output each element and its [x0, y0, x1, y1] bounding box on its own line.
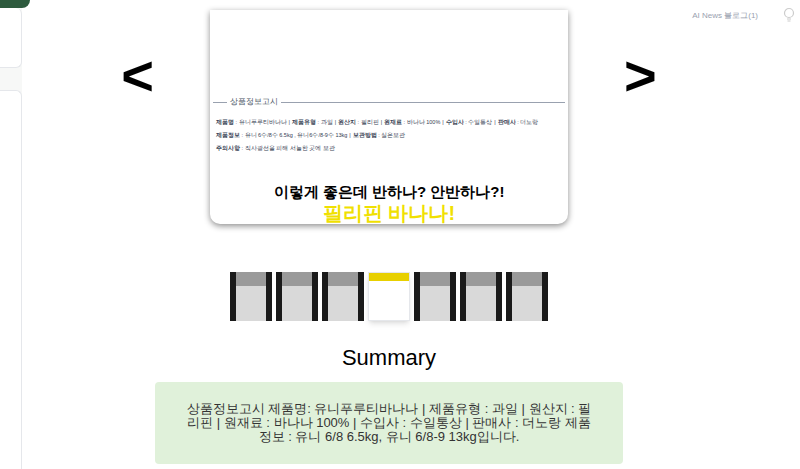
notice-row: 제품정보 : 유니 6수/8수 6.5kg , 유니6수/8-9수 13kg|보…: [216, 132, 562, 139]
thumbnail[interactable]: [368, 272, 410, 321]
thumbnail-strip: [230, 272, 548, 321]
summary-box: 상품정보고시 제품명: 유니푸루티바나나 | 제품유형 : 과일 | 원산지 :…: [155, 382, 623, 464]
notice-row: 주의사항 : 직사광선을 피해 서늘한 곳에 보관: [216, 145, 562, 152]
header-text: AI News 블로그(1): [692, 10, 758, 22]
thumbnail[interactable]: [414, 272, 456, 321]
thumbnail[interactable]: [230, 272, 272, 321]
app: AI News 블로그(1) < 상품정보고시제품명 : 유니푸루티바나나|제품유형…: [0, 0, 800, 469]
thumbnail[interactable]: [460, 272, 502, 321]
lightbulb-icon[interactable]: [782, 7, 796, 23]
thumbnail[interactable]: [322, 272, 364, 321]
thumbnail[interactable]: [506, 272, 548, 321]
summary-title: Summary: [342, 344, 436, 372]
carousel: < 상품정보고시제품명 : 유니푸루티바나나|제품유형 : 과일|원산지 : 필리…: [121, 10, 656, 224]
notice-row: 제품명 : 유니푸루티바나나|제품유형 : 과일|원산지 : 필리핀|원재료 :…: [216, 119, 562, 126]
next-button[interactable]: >: [624, 48, 657, 104]
slide-card: 상품정보고시제품명 : 유니푸루티바나나|제품유형 : 과일|원산지 : 필리핀…: [210, 10, 568, 224]
slide-headline: 이렇게 좋은데 반하나? 안반하나?!: [210, 183, 568, 201]
slide-highlight: 필리핀 바나나!: [210, 201, 568, 224]
prev-button[interactable]: <: [121, 48, 154, 104]
summary-text: 상품정보고시 제품명: 유니푸루티바나나 | 제품유형 : 과일 | 원산지 :…: [181, 402, 597, 444]
thumbnail[interactable]: [276, 272, 318, 321]
notice-title: 상품정보고시: [210, 96, 568, 108]
main: < 상품정보고시제품명 : 유니푸루티바나나|제품유형 : 과일|원산지 : 필리…: [22, 0, 800, 469]
sidebar: [0, 0, 22, 469]
